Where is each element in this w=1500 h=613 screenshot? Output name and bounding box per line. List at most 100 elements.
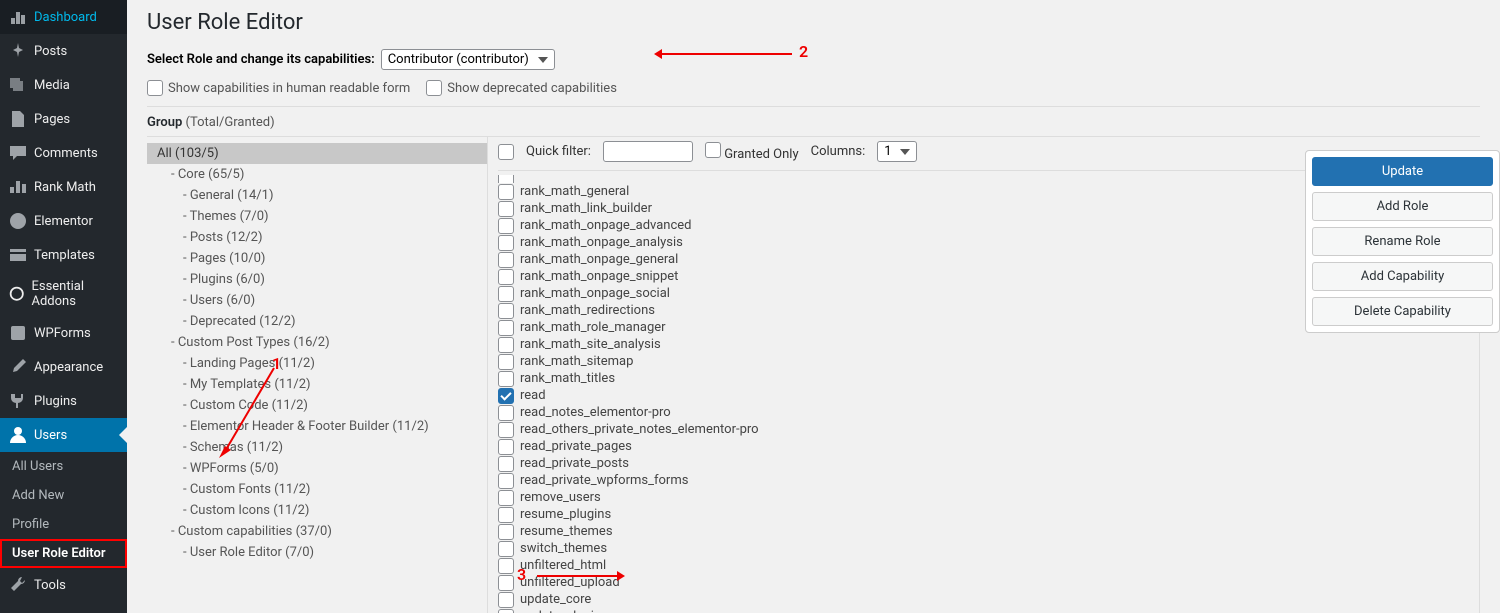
group-item[interactable]: - Pages (10/0): [147, 248, 487, 269]
sidebar-sub-user-role-editor[interactable]: User Role Editor: [0, 539, 127, 568]
sidebar-item-dashboard[interactable]: Dashboard: [0, 0, 127, 34]
sidebar-item-posts[interactable]: Posts: [0, 34, 127, 68]
group-item[interactable]: - WPForms (5/0): [147, 458, 487, 479]
capability-checkbox[interactable]: [498, 252, 514, 268]
group-item[interactable]: - My Templates (11/2): [147, 374, 487, 395]
quick-filter-input[interactable]: [603, 141, 693, 162]
capability-checkbox[interactable]: [498, 218, 514, 234]
sidebar-item-label: Comments: [34, 146, 98, 161]
human-readable-checkbox-label[interactable]: Show capabilities in human readable form: [147, 80, 410, 96]
sidebar-item-plugins[interactable]: Plugins: [0, 384, 127, 418]
annotation-arrow-1: [219, 368, 279, 458]
sidebar-item-essential-addons[interactable]: Essential Addons: [0, 272, 127, 316]
sidebar-item-media[interactable]: Media: [0, 68, 127, 102]
group-item[interactable]: - Core (65/5): [147, 164, 487, 185]
sidebar-sub-add-new[interactable]: Add New: [0, 481, 127, 510]
capability-checkbox[interactable]: [498, 558, 514, 574]
capability-checkbox[interactable]: [498, 592, 514, 608]
deprecated-checkbox-label[interactable]: Show deprecated capabilities: [426, 80, 617, 96]
granted-only-label[interactable]: Granted Only: [705, 142, 799, 162]
sidebar-item-elementor[interactable]: Elementor: [0, 204, 127, 238]
group-item[interactable]: - General (14/1): [147, 185, 487, 206]
capability-checkbox[interactable]: [498, 439, 514, 455]
sidebar-sub-profile[interactable]: Profile: [0, 510, 127, 539]
capability-checkbox[interactable]: [498, 524, 514, 540]
group-item[interactable]: - Elementor Header & Footer Builder (11/…: [147, 416, 487, 437]
capability-checkbox[interactable]: [498, 337, 514, 353]
capability-item: update_core: [498, 591, 1479, 608]
capability-checkbox[interactable]: [498, 422, 514, 438]
sidebar-item-label: Pages: [34, 112, 70, 127]
group-item[interactable]: - Custom Post Types (16/2): [147, 332, 487, 353]
capability-checkbox[interactable]: [498, 405, 514, 421]
capability-item: unfiltered_upload: [498, 574, 1479, 591]
group-item[interactable]: - Custom Fonts (11/2): [147, 479, 487, 500]
capability-item: read_private_posts: [498, 455, 1479, 472]
sidebar-item-wpforms[interactable]: WPForms: [0, 316, 127, 350]
sidebar-item-settings[interactable]: Settings: [0, 602, 127, 613]
group-item[interactable]: - Themes (7/0): [147, 206, 487, 227]
group-item[interactable]: - Custom Code (11/2): [147, 395, 487, 416]
capability-checkbox[interactable]: [498, 184, 514, 200]
sidebar-item-rank-math[interactable]: Rank Math: [0, 170, 127, 204]
capability-checkbox[interactable]: [498, 490, 514, 506]
capability-label: rank_math_titles: [520, 371, 615, 386]
sidebar-item-label: Appearance: [34, 360, 103, 375]
group-item[interactable]: - Plugins (6/0): [147, 269, 487, 290]
add-capability-button[interactable]: Add Capability: [1312, 262, 1493, 291]
sidebar-item-templates[interactable]: Templates: [0, 238, 127, 272]
capability-checkbox[interactable]: [498, 286, 514, 302]
sidebar-item-comments[interactable]: Comments: [0, 136, 127, 170]
capability-checkbox[interactable]: [498, 303, 514, 319]
role-select[interactable]: Contributor (contributor): [381, 49, 555, 70]
select-all-checkbox[interactable]: [498, 144, 514, 160]
capability-item: read_others_private_notes_elementor-pro: [498, 421, 1479, 438]
group-item[interactable]: - Custom capabilities (37/0): [147, 521, 487, 542]
sidebar-item-label: Rank Math: [34, 180, 96, 195]
group-item[interactable]: - Landing Pages (11/2): [147, 353, 487, 374]
capability-checkbox[interactable]: [498, 507, 514, 523]
capability-checkbox[interactable]: [498, 371, 514, 387]
columns-select[interactable]: 1: [877, 141, 917, 162]
capability-checkbox[interactable]: [498, 609, 514, 613]
capability-item: read_private_wpforms_forms: [498, 472, 1479, 489]
sidebar-item-users[interactable]: Users: [0, 418, 127, 452]
group-item[interactable]: - Posts (12/2): [147, 227, 487, 248]
capability-item: rank_math_sitemap: [498, 353, 1479, 370]
plug-icon: [8, 391, 28, 411]
capability-checkbox[interactable]: [498, 235, 514, 251]
capability-label: resume_themes: [520, 524, 613, 539]
group-item[interactable]: - Schemas (11/2): [147, 437, 487, 458]
group-item[interactable]: All (103/5): [147, 143, 487, 164]
sidebar-sub-all-users[interactable]: All Users: [0, 452, 127, 481]
delete-capability-button[interactable]: Delete Capability: [1312, 297, 1493, 326]
group-item[interactable]: - Users (6/0): [147, 290, 487, 311]
capability-label: unfiltered_upload: [520, 575, 620, 590]
capability-label: rank_math_role_manager: [520, 320, 666, 335]
capability-checkbox[interactable]: [498, 473, 514, 489]
add-role-button[interactable]: Add Role: [1312, 192, 1493, 221]
capability-label: unfiltered_html: [520, 558, 606, 573]
capability-checkbox[interactable]: [498, 456, 514, 472]
page-icon: [8, 109, 28, 129]
group-item[interactable]: - Custom Icons (11/2): [147, 500, 487, 521]
group-item[interactable]: - Deprecated (12/2): [147, 311, 487, 332]
capability-checkbox[interactable]: [498, 269, 514, 285]
capability-checkbox[interactable]: [498, 320, 514, 336]
sidebar-item-appearance[interactable]: Appearance: [0, 350, 127, 384]
group-item[interactable]: - User Role Editor (7/0): [147, 542, 487, 563]
capability-checkbox[interactable]: [498, 575, 514, 591]
capability-checkbox[interactable]: [498, 354, 514, 370]
capability-label: update_plugins: [520, 609, 608, 613]
sidebar-item-pages[interactable]: Pages: [0, 102, 127, 136]
capability-checkbox[interactable]: [498, 388, 514, 404]
granted-only-checkbox[interactable]: [705, 142, 721, 158]
human-readable-checkbox[interactable]: [147, 80, 163, 96]
rename-role-button[interactable]: Rename Role: [1312, 227, 1493, 256]
update-button[interactable]: Update: [1312, 157, 1493, 186]
capability-checkbox[interactable]: [498, 541, 514, 557]
deprecated-checkbox[interactable]: [426, 80, 442, 96]
sidebar-item-tools[interactable]: Tools: [0, 568, 127, 602]
capability-checkbox[interactable]: [498, 201, 514, 217]
capability-label: read_private_wpforms_forms: [520, 473, 688, 488]
